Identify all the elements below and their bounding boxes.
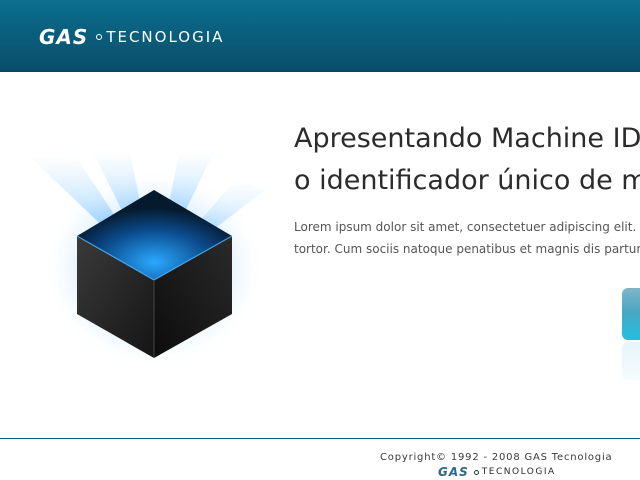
hero-body-line-2: tortor. Cum sociis natoque penatibus et … <box>294 242 640 256</box>
side-button-secondary[interactable] <box>622 342 640 380</box>
footer-logo[interactable]: GAS TECNOLOGIA <box>438 464 556 480</box>
copyright-text: Copyright© 1992 - 2008 GAS Tecnologia <box>380 452 613 463</box>
side-button-primary[interactable] <box>622 288 640 340</box>
page: GAS TECNOLOGIA Apresentando Machine ID o… <box>0 0 640 480</box>
hero-title-line-2: o identificador único de m <box>294 165 640 196</box>
hero-title: Apresentando Machine ID o identificador … <box>294 118 640 202</box>
glowing-cube-icon <box>28 150 266 368</box>
site-header: GAS TECNOLOGIA <box>0 0 640 72</box>
hero-title-line-1: Apresentando Machine ID <box>294 123 640 154</box>
footer-logo-brand: GAS <box>438 465 469 479</box>
hero-body-line-1: Lorem ipsum dolor sit amet, consectetuer… <box>294 220 640 234</box>
hero-body: Lorem ipsum dolor sit amet, consectetuer… <box>294 216 640 260</box>
logo-brand: GAS <box>39 25 89 49</box>
header-logo[interactable]: GAS TECNOLOGIA <box>39 25 224 49</box>
footer-divider <box>0 438 640 439</box>
footer-logo-dot-icon <box>473 469 479 475</box>
logo-suffix: TECNOLOGIA <box>106 28 225 46</box>
footer-logo-suffix: TECNOLOGIA <box>481 467 556 477</box>
logo-dot-icon <box>96 34 103 40</box>
